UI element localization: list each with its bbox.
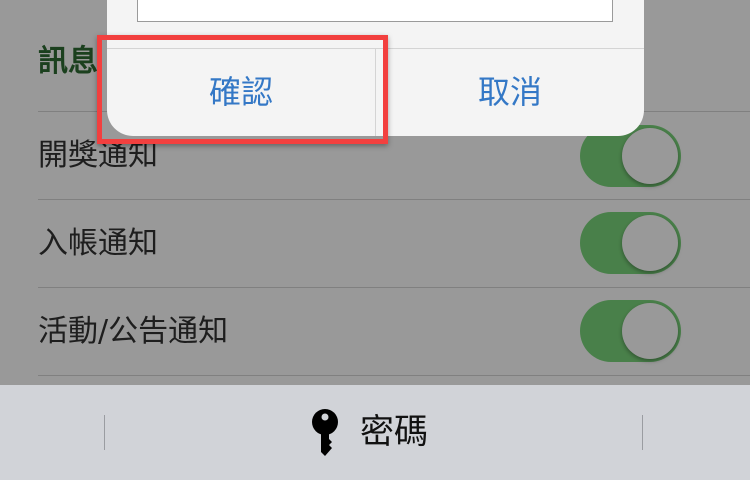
bar-divider	[642, 415, 643, 450]
password-label: 密碼	[360, 412, 428, 452]
password-autofill-button[interactable]: 密碼	[310, 385, 428, 480]
key-icon	[312, 408, 338, 456]
screen: 訊息 開獎通知 入帳通知 活動/公告通知 確認 取消 密碼	[0, 0, 750, 480]
cancel-button[interactable]: 取消	[376, 49, 644, 136]
password-input[interactable]	[137, 0, 613, 22]
bar-divider	[104, 415, 105, 450]
password-dialog: 確認 取消	[107, 0, 644, 136]
confirm-button[interactable]: 確認	[107, 49, 375, 136]
keyboard-accessory-bar: 密碼	[0, 385, 750, 480]
